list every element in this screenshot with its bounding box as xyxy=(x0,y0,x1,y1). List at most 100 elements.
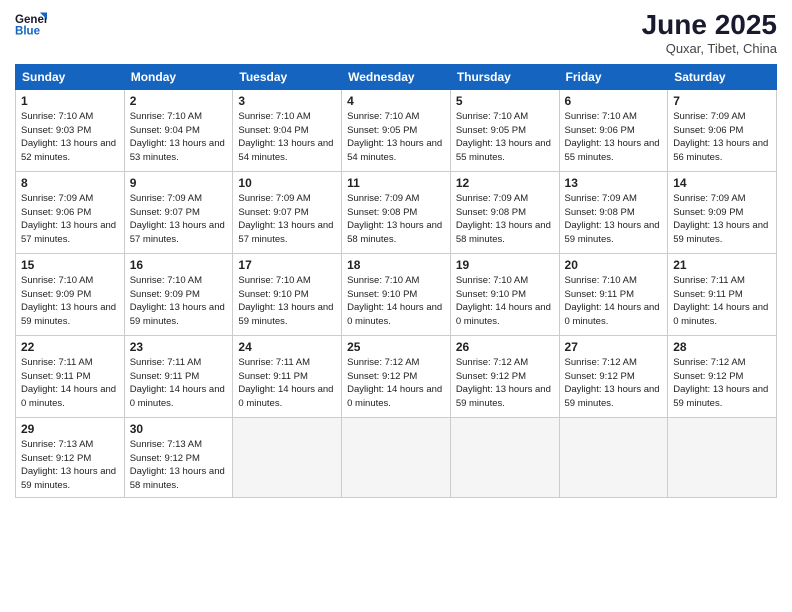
header-wednesday: Wednesday xyxy=(342,64,451,89)
day-number: 18 xyxy=(347,258,445,272)
day-info: Sunrise: 7:10 AMSunset: 9:10 PMDaylight:… xyxy=(347,274,445,329)
table-row: 19 Sunrise: 7:10 AMSunset: 9:10 PMDayligh… xyxy=(450,253,559,335)
day-info: Sunrise: 7:09 AMSunset: 9:07 PMDaylight:… xyxy=(130,192,228,247)
day-number: 26 xyxy=(456,340,554,354)
day-number: 11 xyxy=(347,176,445,190)
day-info: Sunrise: 7:10 AMSunset: 9:06 PMDaylight:… xyxy=(565,110,663,165)
day-number: 23 xyxy=(130,340,228,354)
table-row: 17 Sunrise: 7:10 AMSunset: 9:10 PMDayligh… xyxy=(233,253,342,335)
table-row: 20Sunrise: 7:10 AMSunset: 9:11 PMDayligh… xyxy=(559,253,668,335)
page: General Blue June 2025 Quxar, Tibet, Chi… xyxy=(0,0,792,612)
day-number: 7 xyxy=(673,94,771,108)
table-row: 22 Sunrise: 7:11 AMSunset: 9:11 PMDayligh… xyxy=(16,335,125,417)
day-info: Sunrise: 7:10 AMSunset: 9:05 PMDaylight:… xyxy=(456,110,554,165)
table-row: 7 Sunrise: 7:09 AMSunset: 9:06 PMDaylight… xyxy=(668,89,777,171)
day-number: 16 xyxy=(130,258,228,272)
header-sunday: Sunday xyxy=(16,64,125,89)
logo: General Blue xyxy=(15,10,47,38)
day-info: Sunrise: 7:09 AMSunset: 9:07 PMDaylight:… xyxy=(238,192,336,247)
day-number: 10 xyxy=(238,176,336,190)
day-number: 4 xyxy=(347,94,445,108)
day-info: Sunrise: 7:11 AMSunset: 9:11 PMDaylight:… xyxy=(21,356,119,411)
day-info: Sunrise: 7:12 AMSunset: 9:12 PMDaylight:… xyxy=(347,356,445,411)
day-info: Sunrise: 7:12 AMSunset: 9:12 PMDaylight:… xyxy=(565,356,663,411)
day-number: 17 xyxy=(238,258,336,272)
weekday-header-row: Sunday Monday Tuesday Wednesday Thursday… xyxy=(16,64,777,89)
day-number: 27 xyxy=(565,340,663,354)
header: General Blue June 2025 Quxar, Tibet, Chi… xyxy=(15,10,777,56)
table-row: 3 Sunrise: 7:10 AMSunset: 9:04 PMDaylight… xyxy=(233,89,342,171)
day-number: 25 xyxy=(347,340,445,354)
day-info: Sunrise: 7:09 AMSunset: 9:08 PMDaylight:… xyxy=(347,192,445,247)
location: Quxar, Tibet, China xyxy=(642,41,777,56)
day-info: Sunrise: 7:10 AMSunset: 9:10 PMDaylight:… xyxy=(238,274,336,329)
day-info: Sunrise: 7:13 AMSunset: 9:12 PMDaylight:… xyxy=(21,438,119,493)
day-info: Sunrise: 7:10 AMSunset: 9:04 PMDaylight:… xyxy=(130,110,228,165)
table-row: 25 Sunrise: 7:12 AMSunset: 9:12 PMDayligh… xyxy=(342,335,451,417)
day-number: 1 xyxy=(21,94,119,108)
day-info: Sunrise: 7:09 AMSunset: 9:08 PMDaylight:… xyxy=(456,192,554,247)
table-row: 5 Sunrise: 7:10 AMSunset: 9:05 PMDaylight… xyxy=(450,89,559,171)
day-number: 3 xyxy=(238,94,336,108)
day-number: 21 xyxy=(673,258,771,272)
day-info: Sunrise: 7:10 AMSunset: 9:04 PMDaylight:… xyxy=(238,110,336,165)
table-row: 24 Sunrise: 7:11 AMSunset: 9:11 PMDayligh… xyxy=(233,335,342,417)
header-friday: Friday xyxy=(559,64,668,89)
month-title: June 2025 xyxy=(642,10,777,41)
header-tuesday: Tuesday xyxy=(233,64,342,89)
svg-text:Blue: Blue xyxy=(15,26,41,38)
day-number: 15 xyxy=(21,258,119,272)
table-row: 10 Sunrise: 7:09 AMSunset: 9:07 PMDayligh… xyxy=(233,171,342,253)
day-number: 9 xyxy=(130,176,228,190)
day-info: Sunrise: 7:09 AMSunset: 9:08 PMDaylight:… xyxy=(565,192,663,247)
day-number: 19 xyxy=(456,258,554,272)
table-row: 4 Sunrise: 7:10 AMSunset: 9:05 PMDaylight… xyxy=(342,89,451,171)
day-info: Sunrise: 7:11 AMSunset: 9:11 PMDaylight:… xyxy=(238,356,336,411)
logo-icon: General Blue xyxy=(15,10,47,38)
day-info: Sunrise: 7:11 AMSunset: 9:11 PMDaylight:… xyxy=(673,274,771,329)
table-row: 30 Sunrise: 7:13 AMSunset: 9:12 PMDayligh… xyxy=(124,417,233,497)
table-row: 23Sunrise: 7:11 AMSunset: 9:11 PMDayligh… xyxy=(124,335,233,417)
day-number: 5 xyxy=(456,94,554,108)
svg-text:General: General xyxy=(15,14,47,26)
header-saturday: Saturday xyxy=(668,64,777,89)
day-info: Sunrise: 7:10 AMSunset: 9:03 PMDaylight:… xyxy=(21,110,119,165)
day-number: 8 xyxy=(21,176,119,190)
table-row: 14 Sunrise: 7:09 AMSunset: 9:09 PMDayligh… xyxy=(668,171,777,253)
day-info: Sunrise: 7:10 AMSunset: 9:10 PMDaylight:… xyxy=(456,274,554,329)
table-row: 28Sunrise: 7:12 AMSunset: 9:12 PMDayligh… xyxy=(668,335,777,417)
day-info: Sunrise: 7:10 AMSunset: 9:05 PMDaylight:… xyxy=(347,110,445,165)
table-row: 16 Sunrise: 7:10 AMSunset: 9:09 PMDayligh… xyxy=(124,253,233,335)
table-row: 2Sunrise: 7:10 AMSunset: 9:04 PMDaylight… xyxy=(124,89,233,171)
table-row: 29 Sunrise: 7:13 AMSunset: 9:12 PMDayligh… xyxy=(16,417,125,497)
table-row: 12 Sunrise: 7:09 AMSunset: 9:08 PMDayligh… xyxy=(450,171,559,253)
table-row: 13 Sunrise: 7:09 AMSunset: 9:08 PMDayligh… xyxy=(559,171,668,253)
day-info: Sunrise: 7:10 AMSunset: 9:09 PMDaylight:… xyxy=(130,274,228,329)
header-thursday: Thursday xyxy=(450,64,559,89)
table-row: 6Sunrise: 7:10 AMSunset: 9:06 PMDaylight… xyxy=(559,89,668,171)
day-number: 24 xyxy=(238,340,336,354)
table-row: 9 Sunrise: 7:09 AMSunset: 9:07 PMDaylight… xyxy=(124,171,233,253)
table-row: 15 Sunrise: 7:10 AMSunset: 9:09 PMDayligh… xyxy=(16,253,125,335)
day-info: Sunrise: 7:13 AMSunset: 9:12 PMDaylight:… xyxy=(130,438,228,493)
day-number: 13 xyxy=(565,176,663,190)
day-number: 28 xyxy=(673,340,771,354)
table-row: 26 Sunrise: 7:12 AMSunset: 9:12 PMDayligh… xyxy=(450,335,559,417)
table-row xyxy=(559,417,668,497)
day-number: 12 xyxy=(456,176,554,190)
calendar-table: Sunday Monday Tuesday Wednesday Thursday… xyxy=(15,64,777,498)
table-row: 27 Sunrise: 7:12 AMSunset: 9:12 PMDayligh… xyxy=(559,335,668,417)
table-row xyxy=(233,417,342,497)
day-info: Sunrise: 7:09 AMSunset: 9:09 PMDaylight:… xyxy=(673,192,771,247)
table-row xyxy=(450,417,559,497)
day-number: 30 xyxy=(130,422,228,436)
day-number: 22 xyxy=(21,340,119,354)
day-number: 20 xyxy=(565,258,663,272)
header-monday: Monday xyxy=(124,64,233,89)
day-info: Sunrise: 7:12 AMSunset: 9:12 PMDaylight:… xyxy=(456,356,554,411)
day-number: 29 xyxy=(21,422,119,436)
table-row xyxy=(668,417,777,497)
day-info: Sunrise: 7:09 AMSunset: 9:06 PMDaylight:… xyxy=(673,110,771,165)
day-info: Sunrise: 7:10 AMSunset: 9:09 PMDaylight:… xyxy=(21,274,119,329)
day-number: 14 xyxy=(673,176,771,190)
